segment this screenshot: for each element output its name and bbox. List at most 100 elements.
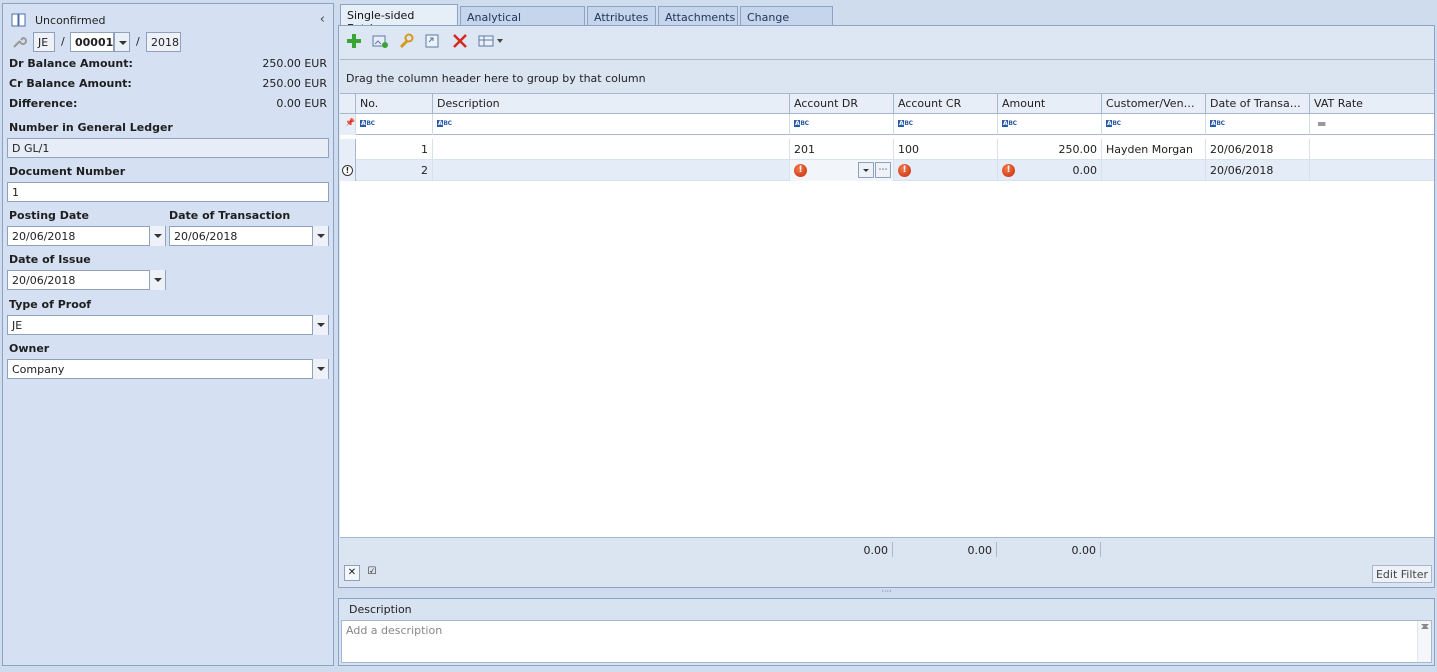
dr-balance-label: Dr Balance Amount: [9, 57, 133, 70]
grid-toolbar [345, 32, 545, 52]
group-by-bar[interactable]: Drag the column header here to group by … [340, 60, 1434, 94]
cell-account-cr[interactable]: 100 [894, 139, 998, 160]
account-dr-dropdown[interactable] [858, 162, 874, 178]
add-from-image-icon[interactable] [371, 32, 389, 50]
transaction-date-label: Date of Transaction [169, 209, 291, 222]
footer-divider [1100, 542, 1101, 557]
tab-single-sided-entries[interactable]: Single-sided Entries [340, 4, 458, 35]
issue-date-dropdown[interactable] [149, 270, 165, 290]
column-header-description[interactable]: Description [433, 94, 790, 114]
transaction-date-input[interactable]: 20/06/2018 [169, 226, 329, 246]
row-indicator[interactable] [340, 139, 356, 160]
filter-account-dr[interactable]: ABC [790, 114, 894, 135]
description-scrollbar[interactable] [1417, 621, 1431, 662]
row-error-icon: ! [342, 165, 353, 176]
filter-bar: ✕ ☑ Edit Filter [340, 561, 1434, 587]
grid-options-icon[interactable] [477, 32, 503, 50]
posting-date-dropdown[interactable] [149, 226, 165, 246]
cell-vat-rate[interactable] [1310, 160, 1434, 181]
filter-date[interactable]: ABC [1206, 114, 1310, 135]
column-header-customer-vendor[interactable]: Customer/Vendor [1102, 94, 1206, 114]
clear-filter-icon[interactable]: ✕ [344, 565, 360, 581]
text-filter-icon: ABC [360, 120, 375, 127]
issue-date-label: Date of Issue [9, 253, 91, 266]
column-header-no[interactable]: No. [356, 94, 433, 114]
doc-type-field[interactable]: JE [33, 32, 55, 52]
text-filter-icon: ABC [1210, 120, 1225, 127]
cell-date[interactable]: 20/06/2018 [1206, 160, 1310, 181]
document-number-input[interactable]: 1 [7, 182, 329, 202]
cell-customer-vendor[interactable]: Hayden Morgan [1102, 139, 1206, 160]
filter-no[interactable]: ABC [356, 114, 433, 135]
cell-description[interactable] [433, 139, 790, 160]
cell-no[interactable]: 1 [356, 139, 433, 160]
filter-description[interactable]: ABC [433, 114, 790, 135]
footer-divider [892, 542, 893, 557]
text-filter-icon: ABC [1106, 120, 1121, 127]
status-row: Unconfirmed ‹ [11, 12, 325, 29]
filter-vat-rate[interactable]: ═ [1310, 114, 1434, 135]
cell-account-dr[interactable]: 201 [790, 139, 894, 160]
column-header-date-of-transaction[interactable]: Date of Transacti... [1206, 94, 1310, 114]
delete-icon[interactable] [451, 32, 469, 50]
export-icon[interactable] [423, 32, 441, 50]
proof-type-select[interactable]: JE [7, 315, 329, 335]
filter-account-cr[interactable]: ABC [894, 114, 998, 135]
tab-analytical-description[interactable]: Analytical Description [460, 6, 585, 37]
transaction-date-dropdown[interactable] [312, 226, 328, 246]
cell-no[interactable]: 2 [356, 160, 433, 181]
issue-date-input[interactable]: 20/06/2018 [7, 270, 166, 290]
equals-filter-icon: ═ [1318, 117, 1326, 131]
table-row[interactable]: ! 2 ! ⋯ ! ! 0.00 20/06/2018 [340, 160, 1434, 181]
edit-filter-button[interactable]: Edit Filter [1371, 565, 1432, 583]
filter-amount[interactable]: ABC [998, 114, 1102, 135]
cell-account-cr[interactable]: ! [894, 160, 998, 181]
gl-number-label: Number in General Ledger [9, 121, 173, 134]
filter-enabled-checkbox[interactable]: ☑ [364, 565, 380, 581]
owner-select[interactable]: Company [7, 359, 329, 379]
tab-attachments[interactable]: Attachments [658, 6, 738, 27]
add-icon[interactable] [345, 32, 363, 50]
wrench-icon[interactable] [11, 34, 27, 50]
splitter-handle[interactable]: ···· [338, 588, 1435, 597]
table-row[interactable]: 1 201 100 250.00 Hayden Morgan 20/06/201… [340, 139, 1434, 160]
entries-panel: Drag the column header here to group by … [338, 25, 1435, 588]
description-textarea[interactable]: Add a description [341, 620, 1432, 663]
doc-year-field[interactable]: 2018 [146, 32, 181, 52]
cell-amount[interactable]: ! 0.00 [998, 160, 1102, 181]
cell-customer-vendor[interactable] [1102, 160, 1206, 181]
issue-date-value: 20/06/2018 [12, 274, 76, 287]
edit-wrench-icon[interactable] [397, 32, 415, 50]
filter-indicator: 📌 [340, 114, 356, 135]
cell-amount-value: 0.00 [1072, 164, 1098, 177]
dr-balance-row: Dr Balance Amount: 250.00 EUR [9, 57, 327, 73]
total-amount: 0.00 [1071, 544, 1097, 557]
proof-type-label: Type of Proof [9, 298, 92, 311]
grid-footer-totals: 0.00 0.00 0.00 [340, 537, 1434, 561]
document-number-label: Document Number [9, 165, 126, 178]
filter-customer-vendor[interactable]: ABC [1102, 114, 1206, 135]
error-icon: ! [1002, 164, 1015, 177]
cell-account-dr[interactable]: ! ⋯ [790, 160, 894, 181]
doc-number-field[interactable]: 00001 [70, 32, 114, 52]
cell-date[interactable]: 20/06/2018 [1206, 139, 1310, 160]
cell-amount[interactable]: 250.00 [998, 139, 1102, 160]
cell-description[interactable] [433, 160, 790, 181]
column-header-vat-rate[interactable]: VAT Rate [1310, 94, 1434, 114]
posting-date-input[interactable]: 20/06/2018 [7, 226, 166, 246]
proof-type-dropdown[interactable] [312, 315, 328, 335]
column-header-amount[interactable]: Amount [998, 94, 1102, 114]
tab-attributes[interactable]: Attributes [587, 6, 656, 27]
column-header-account-cr[interactable]: Account CR [894, 94, 998, 114]
row-indicator[interactable]: ! [340, 160, 356, 181]
tab-change-history[interactable]: Change History [740, 6, 833, 37]
account-dr-browse-button[interactable]: ⋯ [875, 162, 891, 178]
collapse-panel-icon[interactable]: ‹ [320, 12, 325, 27]
scroll-down-icon[interactable] [1421, 624, 1429, 658]
owner-dropdown[interactable] [312, 359, 328, 379]
column-header-account-dr[interactable]: Account DR [790, 94, 894, 114]
text-filter-icon: ABC [1002, 120, 1017, 127]
cell-vat-rate[interactable] [1310, 139, 1434, 160]
owner-label: Owner [9, 342, 50, 355]
doc-number-dropdown[interactable] [114, 32, 130, 52]
